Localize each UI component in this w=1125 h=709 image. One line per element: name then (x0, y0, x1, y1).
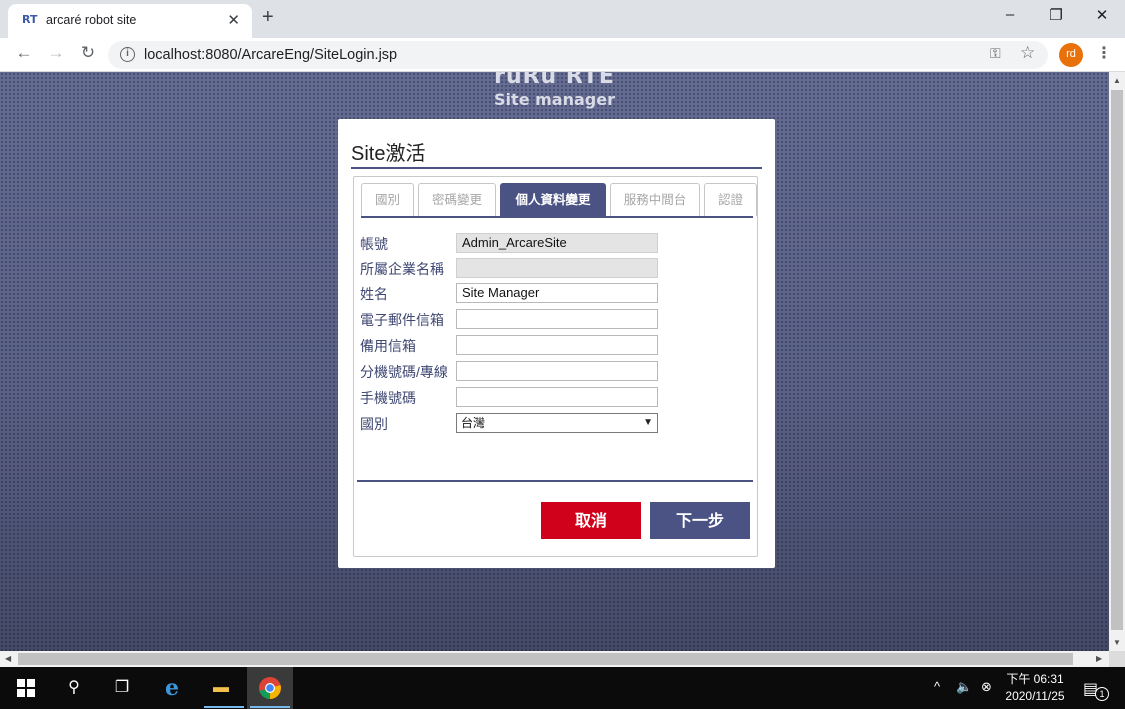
scroll-up-icon[interactable]: ▲ (1113, 76, 1121, 85)
dialog-title: Site激活 (351, 143, 426, 165)
chrome-icon (259, 677, 281, 699)
form-row-country: 國別 台灣 ▼ (360, 413, 755, 433)
url-text[interactable]: localhost:8080/ArcareEng/SiteLogin.jsp (144, 47, 397, 63)
windows-taskbar: ⚲ ❐ e ▬ ^ 🔈 ⊗ 下午 06:31 2020/11/25 ▤ 1 (0, 667, 1125, 709)
form-row-mobile: 手機號碼 (360, 387, 755, 407)
country-select[interactable]: 台灣 ▼ (456, 413, 658, 433)
step-tabs: 國別 密碼變更 個人資料變更 服務中間台 認證 (361, 183, 757, 218)
next-step-button[interactable]: 下一步 (650, 502, 750, 539)
name-field[interactable]: Site Manager (456, 283, 658, 303)
title-divider (351, 167, 762, 169)
form-row-email: 電子郵件信箱 (360, 309, 755, 329)
extension-label: 分機號碼/專線 (360, 364, 448, 380)
site-activation-dialog: Site激活 國別 密碼變更 個人資料變更 服務中間台 認證 帳號 Admin_… (338, 119, 775, 568)
brand-subtitle: Site manager (494, 90, 615, 109)
mobile-label: 手機號碼 (360, 390, 416, 406)
file-explorer-running-indicator (204, 706, 244, 708)
tab-profile-change[interactable]: 個人資料變更 (500, 183, 606, 216)
form-row-backup-email: 備用信箱 (360, 335, 755, 355)
kebab-menu-icon[interactable]: ⋮ (1096, 43, 1112, 63)
brand-logo-text: ruRu RTE (494, 72, 615, 89)
form-bottom-divider (357, 480, 753, 482)
forward-icon[interactable]: → (45, 43, 67, 63)
key-icon[interactable]: ⚿ (990, 45, 1001, 62)
scrollbar-corner (1109, 651, 1125, 667)
page-viewport: ruRu RTE Site manager Site激活 國別 密碼變更 個人資… (0, 72, 1109, 651)
vertical-scrollbar[interactable]: ▲ ▼ (1109, 72, 1125, 651)
account-field: Admin_ArcareSite (456, 233, 658, 253)
chevron-down-icon: ▼ (643, 417, 653, 428)
tab-service-middle[interactable]: 服務中間台 (610, 183, 700, 216)
speaker-muted-icon[interactable]: 🔈 (956, 679, 972, 695)
windows-start-icon[interactable] (17, 679, 35, 697)
vertical-scroll-thumb[interactable] (1111, 90, 1123, 630)
country-selected-value: 台灣 (461, 416, 486, 430)
backup-email-label: 備用信箱 (360, 338, 416, 354)
tab-close-icon[interactable]: ✕ (227, 11, 240, 29)
clock-date: 2020/11/25 (1005, 689, 1065, 703)
address-bar[interactable]: i localhost:8080/ArcareEng/SiteLogin.jsp… (108, 41, 1048, 69)
company-field (456, 258, 658, 278)
horizontal-scroll-thumb[interactable] (18, 653, 1073, 665)
search-icon[interactable]: ⚲ (62, 676, 86, 700)
tab-password-change[interactable]: 密碼變更 (418, 183, 496, 216)
site-info-icon[interactable]: i (120, 47, 135, 62)
browser-tab[interactable]: RT arcaré robot site ✕ (8, 4, 252, 38)
tab-title: arcaré robot site (46, 13, 137, 27)
form-row-account: 帳號 Admin_ArcareSite (360, 233, 755, 253)
clock-time: 下午 06:31 (1006, 672, 1064, 686)
country-label: 國別 (360, 416, 388, 432)
form-row-name: 姓名 Site Manager (360, 283, 755, 303)
reload-icon[interactable]: ↻ (77, 43, 99, 63)
new-tab-button[interactable]: + (262, 6, 274, 29)
site-favicon-icon: RT (22, 13, 38, 26)
browser-tab-bar: RT arcaré robot site ✕ + – ❐ ✕ (0, 0, 1125, 38)
minimize-button[interactable]: – (1000, 6, 1020, 23)
email-label: 電子郵件信箱 (360, 312, 444, 328)
scroll-down-icon[interactable]: ▼ (1113, 638, 1121, 647)
extension-field[interactable] (456, 361, 658, 381)
backup-email-field[interactable] (456, 335, 658, 355)
window-close-button[interactable]: ✕ (1092, 6, 1112, 24)
back-icon[interactable]: ← (13, 43, 35, 63)
bookmark-star-icon[interactable]: ☆ (1020, 43, 1035, 63)
form-row-extension: 分機號碼/專線 (360, 361, 755, 381)
internet-explorer-icon[interactable]: e (160, 676, 184, 700)
restore-button[interactable]: ❐ (1046, 6, 1066, 24)
chrome-taskbar-button[interactable] (247, 667, 293, 709)
chrome-running-indicator (250, 706, 290, 708)
notification-count-badge: 1 (1095, 687, 1109, 701)
company-label: 所屬企業名稱 (360, 261, 444, 277)
form-row-company: 所屬企業名稱 (360, 258, 755, 278)
email-field[interactable] (456, 309, 658, 329)
show-hidden-icons-chevron-icon[interactable]: ^ (934, 679, 940, 694)
name-label: 姓名 (360, 286, 388, 302)
horizontal-scrollbar[interactable]: ◀ ▶ (0, 651, 1109, 667)
scroll-right-icon[interactable]: ▶ (1096, 654, 1102, 663)
dialog-content-box: 國別 密碼變更 個人資料變更 服務中間台 認證 帳號 Admin_ArcareS… (353, 176, 758, 557)
mobile-field[interactable] (456, 387, 658, 407)
browser-toolbar: ← → ↻ i localhost:8080/ArcareEng/SiteLog… (0, 38, 1125, 72)
taskbar-clock[interactable]: 下午 06:31 2020/11/25 (990, 671, 1080, 705)
profile-avatar[interactable]: rd (1059, 43, 1083, 67)
scroll-left-icon[interactable]: ◀ (5, 654, 11, 663)
account-label: 帳號 (360, 236, 388, 252)
cancel-button[interactable]: 取消 (541, 502, 641, 539)
tab-verification[interactable]: 認證 (704, 183, 757, 216)
file-explorer-icon[interactable]: ▬ (209, 676, 233, 700)
task-view-icon[interactable]: ❐ (110, 676, 134, 700)
tab-country[interactable]: 國別 (361, 183, 414, 216)
